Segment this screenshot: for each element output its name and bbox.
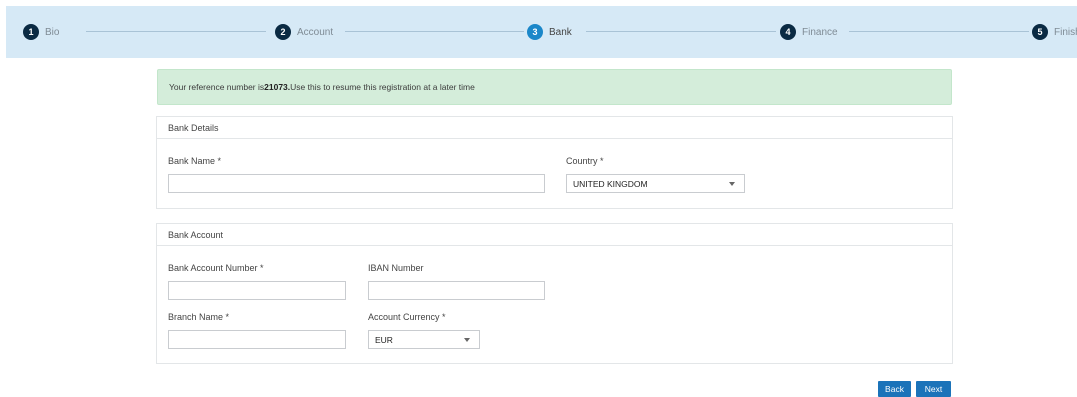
bank-name-input[interactable]	[168, 174, 545, 193]
country-label: Country *	[566, 156, 604, 166]
step-bank[interactable]: 3 Bank	[527, 23, 572, 41]
step-account[interactable]: 2 Account	[275, 23, 333, 41]
chevron-down-icon	[729, 182, 735, 186]
account-number-label: Bank Account Number *	[168, 263, 264, 273]
step-label: Bank	[549, 26, 572, 38]
step-number: 5	[1032, 24, 1048, 40]
step-connector	[849, 31, 1029, 32]
alert-suffix: Use this to resume this registration at …	[290, 82, 475, 92]
step-label: Finance	[802, 26, 838, 38]
step-connector	[86, 31, 266, 32]
step-connector	[345, 31, 524, 32]
next-button[interactable]: Next	[916, 381, 951, 397]
bank-name-label: Bank Name *	[168, 156, 222, 166]
step-finish[interactable]: 5 Finish	[1032, 23, 1077, 41]
iban-input[interactable]	[368, 281, 545, 300]
chevron-down-icon	[464, 338, 470, 342]
step-number: 3	[527, 24, 543, 40]
reference-number: 21073.	[264, 82, 291, 92]
reference-alert: Your reference number is 21073. Use this…	[157, 69, 952, 105]
bank-details-panel: Bank Details Bank Name * Country * UNITE…	[156, 116, 953, 209]
country-selected-value: UNITED KINGDOM	[573, 178, 648, 189]
panel-heading: Bank Account	[157, 224, 952, 246]
branch-name-label: Branch Name *	[168, 312, 230, 322]
step-connector	[586, 31, 776, 32]
currency-label: Account Currency *	[368, 312, 446, 322]
currency-selected-value: EUR	[375, 334, 393, 345]
account-number-input[interactable]	[168, 281, 346, 300]
step-bio[interactable]: 1 Bio	[23, 23, 59, 41]
step-label: Account	[297, 26, 334, 38]
step-number: 4	[780, 24, 796, 40]
panel-heading: Bank Details	[157, 117, 952, 139]
step-number: 2	[275, 24, 291, 40]
registration-stepper: 1 Bio 2 Account 3 Bank 4 Finance 5 Finis…	[6, 6, 1077, 58]
step-label: Bio	[45, 26, 60, 38]
back-button[interactable]: Back	[878, 381, 911, 397]
iban-label: IBAN Number	[368, 263, 424, 273]
branch-name-input[interactable]	[168, 330, 346, 349]
step-finance[interactable]: 4 Finance	[780, 23, 838, 41]
bank-account-panel: Bank Account Bank Account Number * IBAN …	[156, 223, 953, 364]
country-select[interactable]: UNITED KINGDOM	[566, 174, 745, 193]
currency-select[interactable]: EUR	[368, 330, 480, 349]
step-number: 1	[23, 24, 39, 40]
step-label: Finish	[1054, 26, 1077, 38]
alert-prefix: Your reference number is	[169, 82, 265, 92]
